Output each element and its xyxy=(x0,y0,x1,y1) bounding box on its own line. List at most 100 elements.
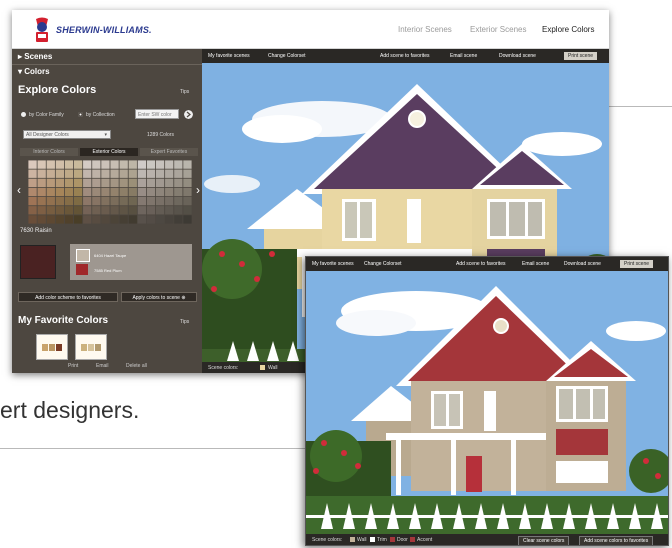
color-swatch[interactable] xyxy=(183,187,192,197)
print-scene-button[interactable]: Print scene xyxy=(564,52,598,60)
scene-color-swatch-wall[interactable] xyxy=(260,365,265,370)
color-swatch[interactable] xyxy=(83,206,92,215)
add-scene-favorites-link[interactable]: Add scene to favorites xyxy=(380,53,429,59)
color-swatch[interactable] xyxy=(110,206,119,215)
color-swatch[interactable] xyxy=(146,178,156,188)
color-swatch[interactable] xyxy=(146,206,156,215)
color-swatch[interactable] xyxy=(101,215,110,224)
color-swatch[interactable] xyxy=(137,169,147,178)
print-scene-button[interactable]: Print scene xyxy=(620,260,654,268)
house-scene-image[interactable] xyxy=(306,271,668,534)
palette-swatch[interactable] xyxy=(76,249,90,262)
print-favorites-link[interactable]: Print xyxy=(68,363,78,369)
color-swatch[interactable] xyxy=(73,187,83,197)
color-swatch[interactable] xyxy=(101,178,110,188)
color-swatch[interactable] xyxy=(92,160,101,169)
color-swatch[interactable] xyxy=(137,215,147,224)
color-swatch[interactable] xyxy=(83,187,92,197)
color-swatch[interactable] xyxy=(183,178,192,188)
tab-exterior-colors[interactable]: Exterior Colors xyxy=(80,148,138,156)
color-swatch[interactable] xyxy=(155,196,165,206)
favorite-scheme-card[interactable] xyxy=(75,334,107,360)
color-swatch[interactable] xyxy=(128,178,137,188)
radio-color-family[interactable] xyxy=(21,112,26,117)
color-swatch[interactable] xyxy=(165,215,174,224)
delete-all-link[interactable]: Delete all xyxy=(126,363,147,369)
scene-color-swatch-wall[interactable] xyxy=(350,537,355,542)
tips-link[interactable]: Tips xyxy=(180,89,189,95)
color-swatch[interactable] xyxy=(37,160,46,169)
color-swatch[interactable] xyxy=(92,169,101,178)
color-swatch[interactable] xyxy=(165,206,174,215)
nav-interior-scenes[interactable]: Interior Scenes xyxy=(398,25,452,34)
color-swatch[interactable] xyxy=(119,196,128,206)
color-swatch[interactable] xyxy=(146,160,156,169)
download-scene-link[interactable]: Download scene xyxy=(564,261,601,267)
color-swatch[interactable] xyxy=(37,206,46,215)
color-swatch[interactable] xyxy=(110,215,119,224)
change-colorset-link[interactable]: Change Colorset xyxy=(268,53,306,59)
apply-colors-button[interactable]: Apply colors to scene ⊕ xyxy=(121,292,197,302)
color-swatch[interactable] xyxy=(174,169,183,178)
color-swatch[interactable] xyxy=(55,178,65,188)
favorite-scenes-link[interactable]: My favorite scenes xyxy=(208,53,250,59)
color-swatch[interactable] xyxy=(64,196,74,206)
color-swatch[interactable] xyxy=(64,178,74,188)
color-swatch[interactable] xyxy=(73,178,83,188)
scene-color-swatch-door[interactable] xyxy=(390,537,395,542)
color-swatch[interactable] xyxy=(137,178,147,188)
color-swatch[interactable] xyxy=(110,187,119,197)
color-swatch[interactable] xyxy=(46,196,55,206)
clear-scene-colors-button[interactable]: Clear scene colors xyxy=(518,536,570,545)
color-swatch[interactable] xyxy=(146,169,156,178)
add-scheme-to-favorites-button[interactable]: Add color scheme to favorites xyxy=(18,292,118,302)
color-swatch[interactable] xyxy=(37,169,46,178)
color-swatch[interactable] xyxy=(64,169,74,178)
color-swatch[interactable] xyxy=(83,215,92,224)
color-swatch[interactable] xyxy=(183,215,192,224)
color-swatch[interactable] xyxy=(155,160,165,169)
color-swatch[interactable] xyxy=(92,187,101,197)
color-swatch[interactable] xyxy=(174,178,183,188)
go-arrow-icon[interactable] xyxy=(184,110,193,119)
color-swatch[interactable] xyxy=(55,196,65,206)
color-swatch[interactable] xyxy=(128,160,137,169)
color-swatch[interactable] xyxy=(128,215,137,224)
color-swatch[interactable] xyxy=(165,196,174,206)
email-scene-link[interactable]: Email scene xyxy=(522,261,549,267)
color-swatch[interactable] xyxy=(46,187,55,197)
color-swatch[interactable] xyxy=(28,215,37,224)
sidebar-section-scenes[interactable]: ▸ Scenes xyxy=(18,52,52,61)
scene-color-swatch-accent[interactable] xyxy=(410,537,415,542)
color-swatch[interactable] xyxy=(128,196,137,206)
color-swatch[interactable] xyxy=(101,196,110,206)
color-swatch[interactable] xyxy=(55,160,65,169)
color-swatch[interactable] xyxy=(119,178,128,188)
color-swatch[interactable] xyxy=(101,169,110,178)
color-search-input[interactable]: Enter SW color xyxy=(135,109,179,119)
color-swatch[interactable] xyxy=(46,169,55,178)
color-swatch[interactable] xyxy=(174,206,183,215)
color-swatch[interactable] xyxy=(183,160,192,169)
email-scene-link[interactable]: Email scene xyxy=(450,53,477,59)
nav-explore-colors[interactable]: Explore Colors xyxy=(542,25,594,34)
sidebar-section-colors[interactable]: ▾ Colors xyxy=(18,67,50,76)
color-swatch[interactable] xyxy=(46,178,55,188)
color-swatch[interactable] xyxy=(83,178,92,188)
color-swatch[interactable] xyxy=(119,187,128,197)
color-swatch[interactable] xyxy=(119,160,128,169)
color-swatch[interactable] xyxy=(64,215,74,224)
color-swatch[interactable] xyxy=(155,215,165,224)
color-swatch[interactable] xyxy=(55,215,65,224)
color-swatch[interactable] xyxy=(64,187,74,197)
scene-color-swatch-trim[interactable] xyxy=(370,537,375,542)
color-swatch[interactable] xyxy=(110,169,119,178)
color-swatch[interactable] xyxy=(28,169,37,178)
color-swatch[interactable] xyxy=(37,178,46,188)
color-swatch[interactable] xyxy=(155,187,165,197)
color-swatch[interactable] xyxy=(101,187,110,197)
color-swatch[interactable] xyxy=(101,160,110,169)
color-swatch[interactable] xyxy=(55,169,65,178)
color-swatch[interactable] xyxy=(55,187,65,197)
nav-exterior-scenes[interactable]: Exterior Scenes xyxy=(470,25,526,34)
